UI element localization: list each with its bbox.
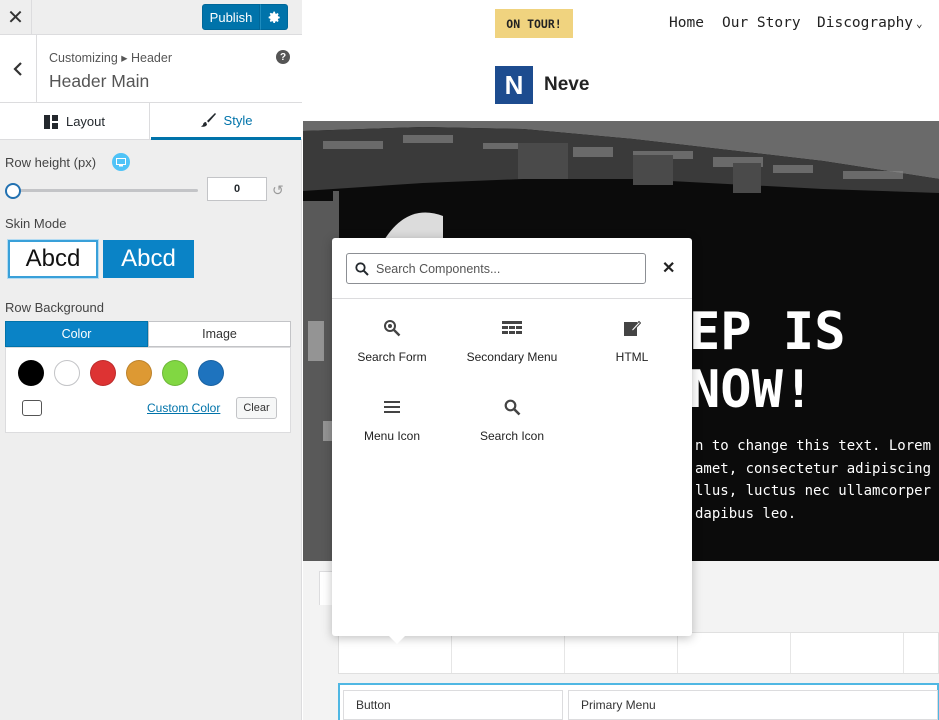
component-label: Search Form [357, 350, 427, 364]
builder-item-button[interactable]: Button [343, 690, 563, 720]
chevron-left-icon [13, 62, 22, 76]
hero-heading-line-2: NOW! [689, 360, 815, 420]
secondary-menu-icon [501, 318, 523, 338]
component-secondary-menu[interactable]: Secondary Menu [452, 318, 572, 364]
tab-style-label: Style [223, 112, 253, 128]
row-height-label: Row height (px) [5, 155, 97, 170]
component-menu-icon[interactable]: Menu Icon [332, 397, 452, 443]
publish-settings-button[interactable] [260, 4, 288, 30]
color-swatch[interactable] [126, 360, 152, 386]
background-tabs: Color Image [5, 321, 291, 347]
search-components-input[interactable]: Search Components... [346, 253, 646, 284]
nav-item-our-story[interactable]: Our Story [722, 15, 801, 31]
component-search-icon[interactable]: Search Icon [452, 397, 572, 443]
brush-icon [200, 113, 216, 127]
component-html[interactable]: HTML [572, 318, 692, 364]
back-button[interactable] [0, 35, 37, 103]
help-icon[interactable]: ? [276, 50, 290, 64]
color-swatch[interactable] [162, 360, 188, 386]
hero-text-line: n to change this text. Lorem [695, 438, 932, 454]
customizer-sidebar: ✕ Publish Customizing ▸ Header Header Ma… [0, 0, 302, 720]
customizer-header: ✕ Publish [0, 0, 302, 35]
close-customizer-button[interactable]: ✕ [0, 0, 32, 34]
hero-text-line: dapibus leo. [695, 505, 797, 522]
component-label: Secondary Menu [466, 350, 558, 364]
reset-icon[interactable]: ↺ [272, 182, 284, 199]
row-background-label: Row Background [5, 300, 104, 315]
color-swatch[interactable] [54, 360, 80, 386]
color-swatch[interactable] [198, 360, 224, 386]
builder-main-row[interactable]: Button Primary Menu [338, 683, 939, 720]
component-picker-popup: Search Components... ✕ Search Form Secon… [332, 238, 692, 636]
hero-text: n to change this text. Lorem amet, conse… [695, 435, 939, 525]
builder-item-primary-menu[interactable]: Primary Menu [568, 690, 938, 720]
hero-text-line: llus, luctus nec ullamcorper [695, 483, 932, 499]
search-placeholder: Search Components... [376, 261, 501, 276]
nav-item-home[interactable]: Home [669, 15, 704, 31]
gear-icon [268, 11, 280, 23]
color-swatch[interactable] [90, 360, 116, 386]
section-header: Customizing ▸ Header Header Main ? [0, 35, 302, 103]
search-form-icon [381, 318, 403, 338]
tour-badge[interactable]: ON TOUR! [495, 9, 573, 38]
responsive-icon[interactable] [112, 153, 130, 171]
nav-item-discography-label: Discography [817, 15, 914, 31]
color-picker-panel [5, 347, 291, 433]
chevron-down-icon: ⌄ [916, 17, 923, 30]
html-edit-icon [621, 318, 643, 338]
search-icon [355, 261, 369, 276]
site-title[interactable]: Neve [544, 74, 589, 96]
hero-text-line: amet, consectetur adipiscing [695, 460, 932, 477]
tab-image[interactable]: Image [148, 321, 291, 347]
row-height-input[interactable]: 0 [207, 177, 267, 201]
logo[interactable]: N [495, 66, 533, 104]
clear-button[interactable]: Clear [236, 397, 277, 419]
component-search-form[interactable]: Search Form [332, 318, 452, 364]
row-height-slider[interactable] [13, 189, 198, 192]
page-title: Header Main [49, 71, 150, 91]
divider [332, 298, 692, 299]
skin-mode-label: Skin Mode [5, 216, 67, 231]
close-popup-button[interactable]: ✕ [662, 258, 675, 278]
current-color-preview[interactable] [22, 400, 42, 416]
component-label: Menu Icon [363, 429, 421, 443]
tab-style[interactable]: Style [151, 103, 301, 140]
custom-color-link[interactable]: Custom Color [147, 401, 220, 415]
builder-empty-row[interactable] [338, 632, 939, 674]
publish-button[interactable]: Publish [202, 4, 260, 30]
tab-layout-label: Layout [65, 114, 106, 129]
popup-pointer [388, 635, 406, 644]
layout-icon [43, 114, 58, 129]
tab-layout[interactable]: Layout [0, 103, 150, 140]
breadcrumb: Customizing ▸ Header [49, 51, 172, 65]
hamburger-menu-icon [381, 397, 403, 417]
hero-heading-line-1: EP IS [689, 302, 846, 362]
skin-light-option[interactable]: Abcd [7, 239, 99, 279]
component-label: Search Icon [479, 429, 545, 443]
skin-dark-option[interactable]: Abcd [103, 240, 194, 278]
nav-item-discography[interactable]: Discography ⌄ [817, 15, 923, 31]
panel-tabs: Layout Style [0, 103, 302, 140]
search-icon [501, 397, 523, 417]
row-height-slider-handle[interactable] [5, 183, 21, 199]
component-label: HTML [615, 350, 649, 364]
tab-color[interactable]: Color [5, 321, 148, 347]
color-swatch[interactable] [18, 360, 44, 386]
